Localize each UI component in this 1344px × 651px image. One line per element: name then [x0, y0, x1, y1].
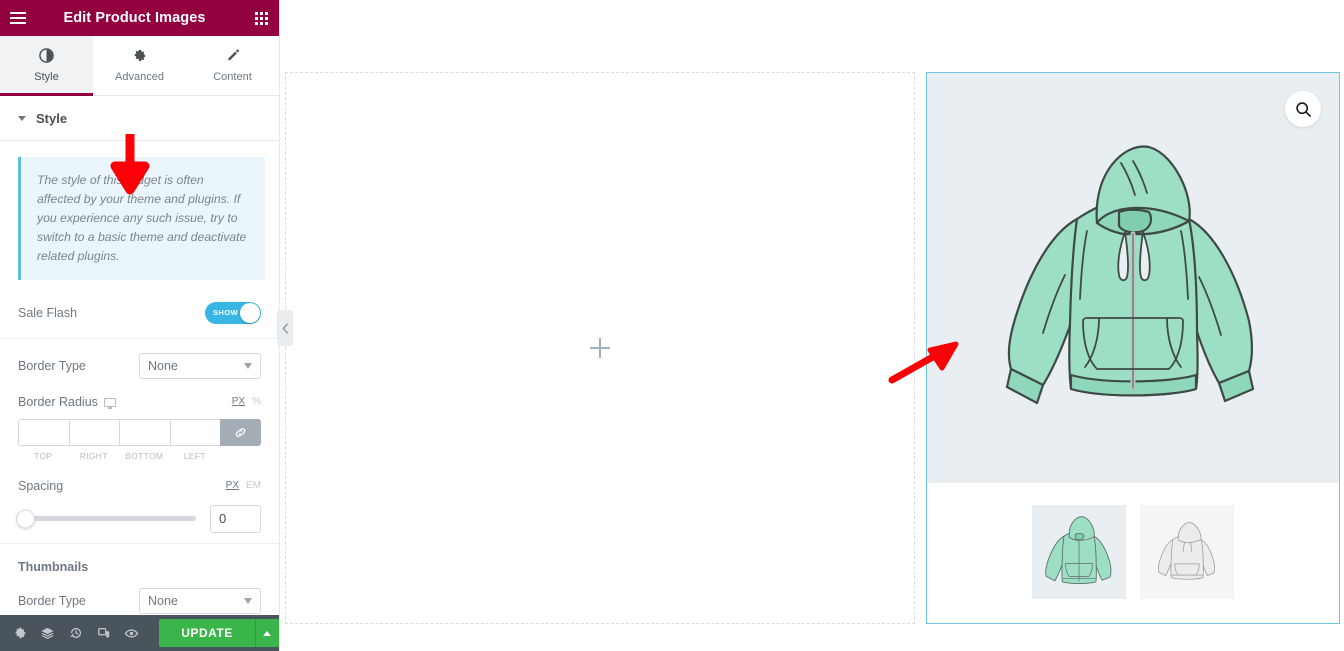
chevron-down-icon	[18, 115, 26, 121]
hoodie-thumb-green	[1045, 516, 1112, 584]
pencil-icon	[225, 48, 240, 65]
widgets-grid-icon[interactable]	[243, 0, 279, 36]
product-images-widget[interactable]	[926, 72, 1340, 624]
section-style-title: Style	[36, 110, 68, 126]
spacing-label: Spacing	[18, 478, 64, 493]
border-type-value: None	[148, 358, 178, 373]
chevron-down-icon	[244, 597, 252, 604]
tab-advanced-label: Advanced	[115, 71, 164, 83]
update-options-button[interactable]	[254, 619, 279, 647]
editor-canvas	[280, 0, 1344, 651]
spacing-unit-em[interactable]: EM	[246, 480, 261, 491]
zoom-magnifier-button[interactable]	[1285, 91, 1321, 127]
toggle-knob	[240, 302, 260, 323]
chevron-down-icon	[244, 362, 252, 369]
border-radius-left: LEFT	[169, 418, 220, 461]
border-radius-left-input[interactable]	[169, 418, 220, 446]
border-type-select[interactable]: None	[139, 352, 261, 379]
chevron-left-icon	[282, 322, 288, 334]
sale-flash-label: Sale Flash	[18, 305, 78, 320]
sale-flash-toggle-label: SHOW	[213, 308, 238, 318]
spacing-slider-row	[16, 504, 261, 533]
gear-icon	[132, 48, 147, 65]
panel-footer: UPDATE	[0, 615, 279, 651]
thumbnails-border-type-select[interactable]: None	[139, 587, 261, 614]
product-hoodie-green	[927, 73, 1339, 483]
spacing-slider-handle[interactable]	[16, 509, 35, 529]
caret-up-icon	[263, 630, 272, 636]
panel-collapse-handle[interactable]	[277, 310, 293, 346]
thumbnails-border-type-label: Border Type	[18, 593, 86, 608]
border-radius-right-input[interactable]	[68, 418, 119, 446]
update-button[interactable]: UPDATE	[159, 619, 255, 647]
thumbnail-hoodie-green[interactable]	[1032, 505, 1126, 599]
history-clock-icon[interactable]	[62, 615, 90, 651]
thumbnail-hoodie-gray[interactable]	[1140, 505, 1234, 599]
responsive-mode-icon[interactable]	[90, 615, 118, 651]
border-radius-bottom-input[interactable]	[119, 418, 170, 446]
border-radius-units: PX %	[232, 396, 261, 407]
spacing-unit-px[interactable]: PX	[226, 480, 239, 491]
spacing-units: PX EM	[226, 480, 261, 491]
border-radius-fields: TOP RIGHT BOTTOM LEFT	[18, 418, 261, 461]
control-spacing: Spacing PX EM	[0, 465, 279, 543]
magnifier-search-icon	[1295, 101, 1311, 117]
border-radius-top-input[interactable]	[18, 418, 69, 446]
border-radius-label: Border Radius	[18, 395, 116, 409]
control-border-radius: Border Radius PX % TOP RIGHT BOTTOM LEFT	[0, 385, 279, 465]
tab-content-label: Content	[213, 71, 252, 83]
unit-px[interactable]: PX	[232, 396, 245, 407]
unit-percent[interactable]: %	[252, 396, 261, 407]
control-border-type: Border Type None	[0, 339, 279, 385]
empty-column[interactable]	[285, 72, 915, 624]
elementor-editor: Edit Product Images Style Advanced Conte…	[0, 0, 1344, 651]
border-radius-left-label: LEFT	[183, 450, 206, 461]
editor-panel: Edit Product Images Style Advanced Conte…	[0, 0, 280, 651]
border-radius-bottom: BOTTOM	[119, 418, 170, 461]
plus-icon[interactable]	[589, 337, 611, 359]
tab-advanced[interactable]: Advanced	[93, 36, 186, 95]
border-radius-top-label: TOP	[34, 450, 53, 461]
panel-header: Edit Product Images	[0, 0, 279, 36]
hoodie-thumb-gray	[1157, 522, 1216, 580]
sale-flash-toggle[interactable]: SHOW	[205, 301, 261, 324]
thumbnails-section-title: Thumbnails	[18, 559, 89, 574]
thumbnails-border-type-value: None	[148, 593, 178, 608]
border-radius-right-label: RIGHT	[79, 450, 108, 461]
border-type-label: Border Type	[18, 358, 86, 373]
control-thumbnails-border-type: Border Type None	[0, 582, 279, 615]
settings-gear-icon[interactable]	[6, 615, 34, 651]
panel-scroll-body: Style The style of this widget is often …	[0, 96, 279, 615]
desktop-monitor-icon[interactable]	[103, 397, 116, 409]
page-title: Edit Product Images	[63, 10, 206, 26]
border-radius-bottom-label: BOTTOM	[125, 450, 164, 461]
spacing-value-input[interactable]	[210, 504, 261, 533]
product-main-image-area[interactable]	[927, 73, 1339, 483]
section-style-header[interactable]: Style	[0, 96, 279, 141]
tab-style[interactable]: Style	[0, 36, 93, 96]
navigator-layers-icon[interactable]	[34, 615, 62, 651]
tab-content[interactable]: Content	[186, 36, 279, 95]
style-notice-text: The style of this widget is often affect…	[37, 173, 247, 263]
border-radius-text: Border Radius	[18, 394, 98, 409]
control-sale-flash: Sale Flash SHOW	[0, 284, 279, 338]
panel-tabs: Style Advanced Content	[0, 36, 279, 96]
border-radius-top: TOP	[18, 418, 69, 461]
preview-eye-icon[interactable]	[117, 615, 145, 651]
tab-style-label: Style	[34, 71, 59, 83]
chain-link-icon[interactable]	[220, 418, 261, 446]
border-radius-right: RIGHT	[68, 418, 119, 461]
hoodie-illustration	[1005, 145, 1255, 405]
contrast-icon	[39, 48, 54, 65]
style-notice: The style of this widget is often affect…	[18, 157, 265, 280]
spacing-slider[interactable]	[16, 509, 196, 529]
product-thumbnail-strip	[927, 483, 1339, 621]
